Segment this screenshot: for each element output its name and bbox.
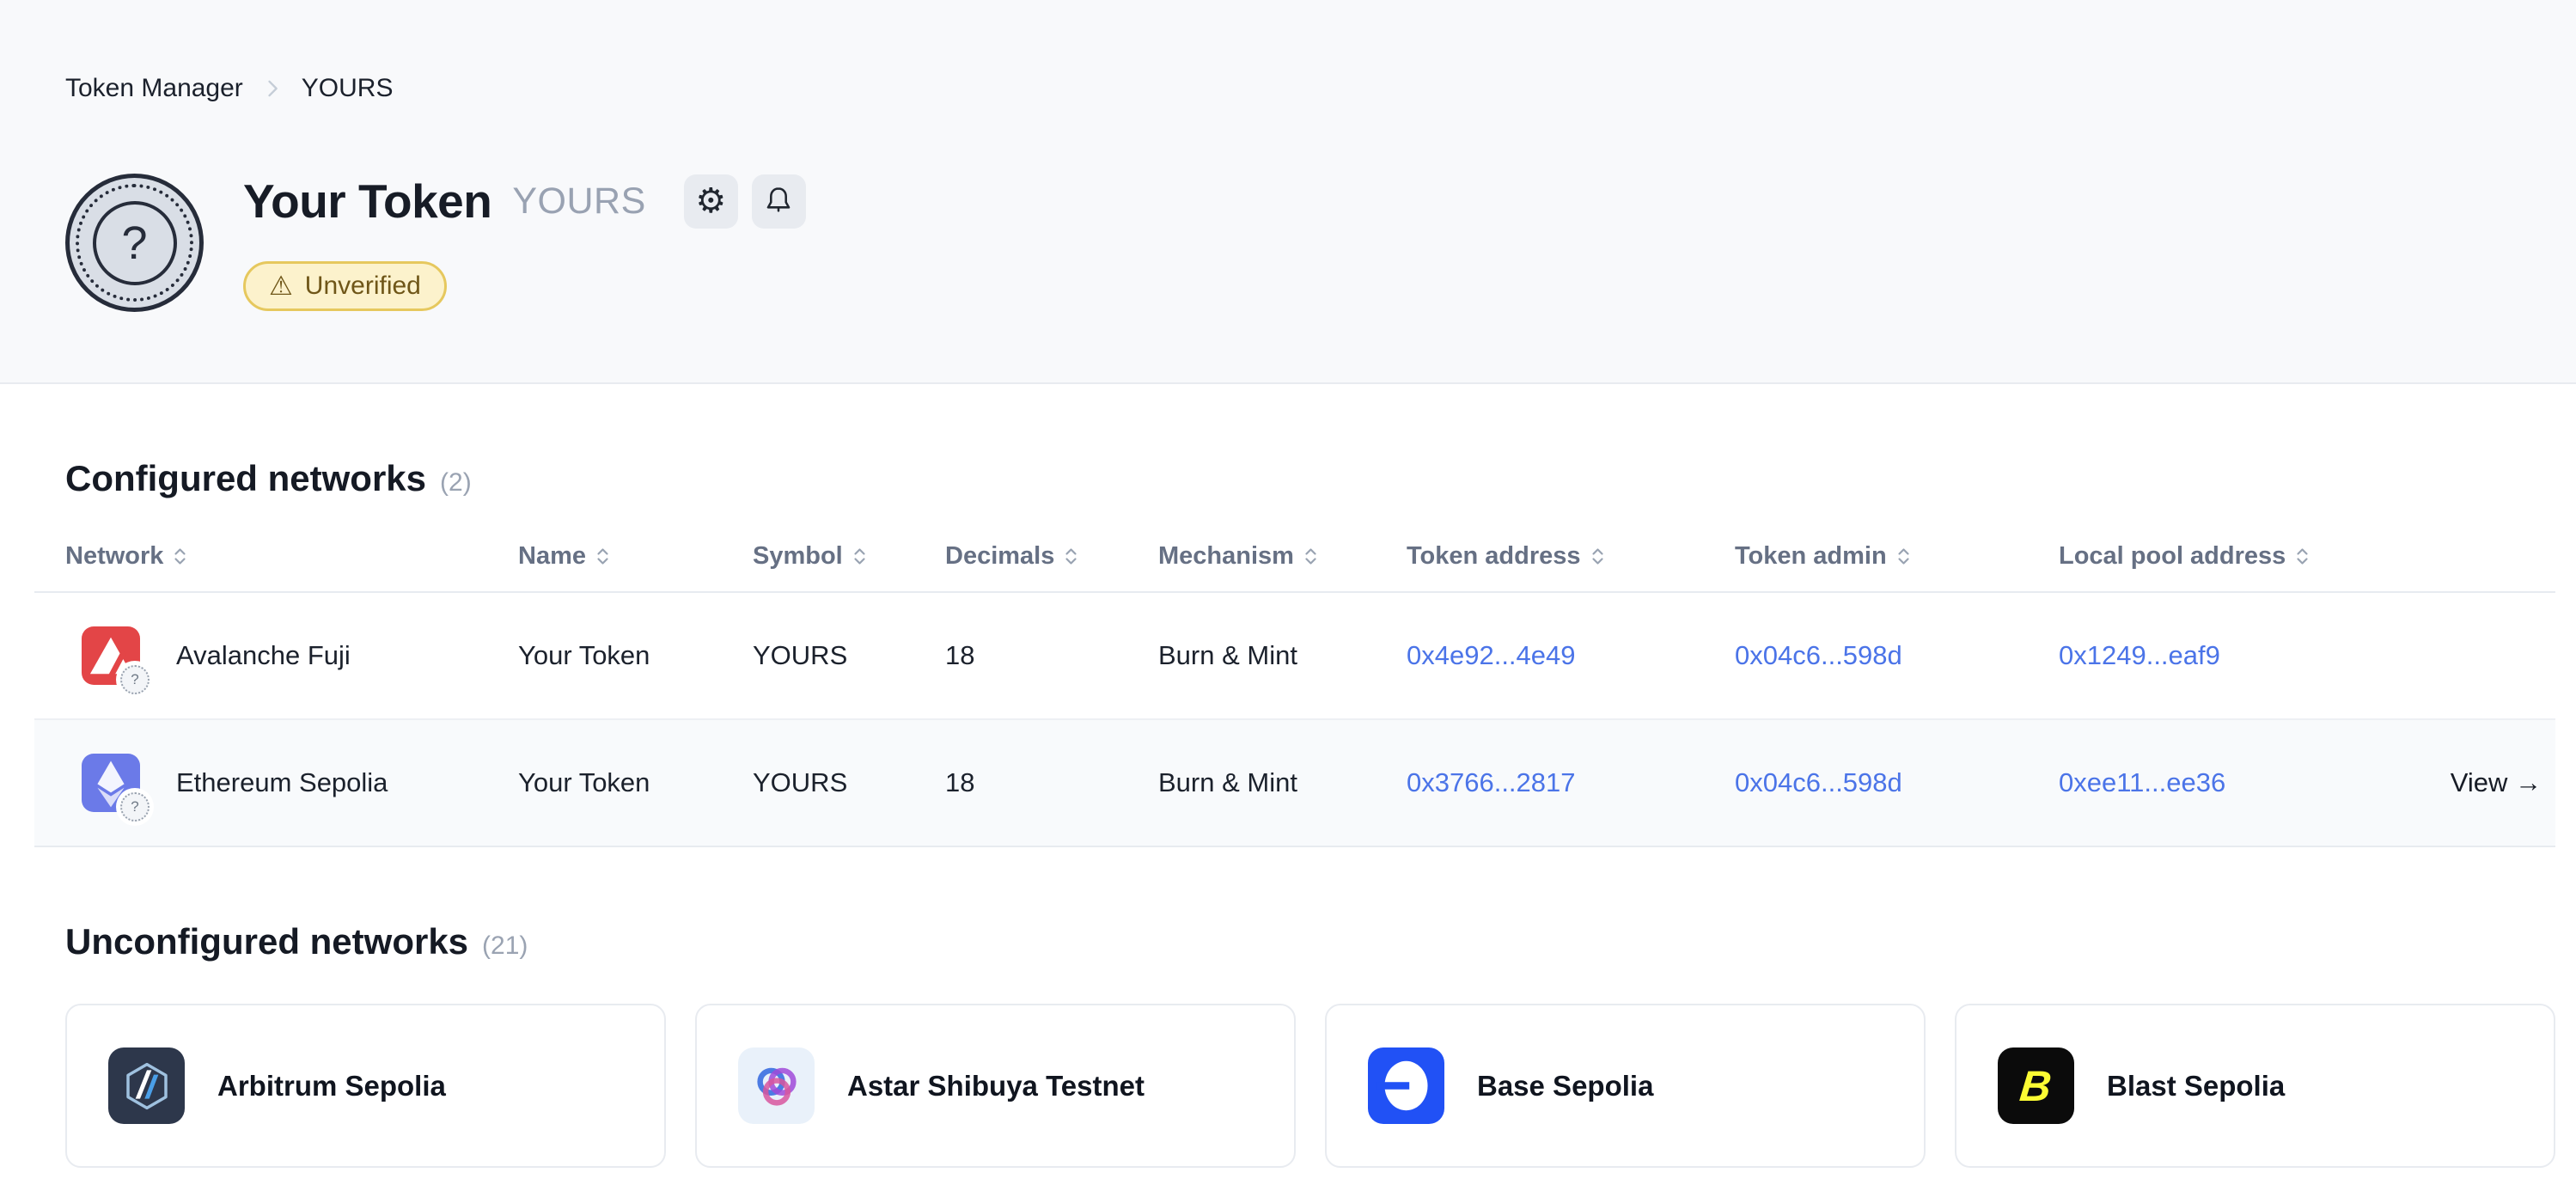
column-header-token-admin[interactable]: Token admin: [1735, 542, 2059, 571]
column-header-mechanism[interactable]: Mechanism: [1158, 542, 1407, 571]
network-name: Ethereum Sepolia: [176, 767, 388, 798]
token-admin-link[interactable]: 0x04c6...598d: [1735, 640, 1902, 670]
avatar-dotted-ring: [76, 184, 193, 302]
sort-icon: [1895, 546, 1912, 567]
sort-icon: [852, 546, 868, 567]
cell-symbol: YOURS: [753, 767, 945, 798]
token-summary: ? Your Token YOURS ⚙ ⚠ Unverified: [65, 174, 2511, 312]
cell-network: ? Ethereum Sepolia: [65, 754, 518, 812]
chevron-right-icon: [260, 76, 284, 101]
view-link[interactable]: View →: [2428, 767, 2542, 798]
sort-icon: [1303, 546, 1319, 567]
astar-network-icon: [738, 1047, 815, 1124]
sort-icon: [595, 546, 611, 567]
ethereum-network-icon: ?: [82, 754, 140, 812]
token-avatar: ?: [65, 174, 204, 312]
arbitrum-network-icon: [108, 1047, 185, 1124]
local-pool-address-link[interactable]: 0x1249...eaf9: [2059, 640, 2220, 670]
cell-symbol: YOURS: [753, 640, 945, 671]
cell-name: Your Token: [518, 640, 753, 671]
network-card-astar-shibuya-testnet[interactable]: Astar Shibuya Testnet: [695, 1004, 1296, 1168]
breadcrumb-current: YOURS: [302, 74, 394, 103]
cell-name: Your Token: [518, 767, 753, 798]
unconfigured-networks-title: Unconfigured networks: [65, 921, 468, 962]
configured-networks-heading: Configured networks (2): [65, 458, 2555, 499]
main-content: Configured networks (2) Network Name Sym…: [0, 458, 2576, 1168]
network-name: Avalanche Fuji: [176, 640, 351, 671]
notifications-button[interactable]: [752, 174, 806, 229]
blast-b-glyph: B: [2018, 1065, 2054, 1108]
sort-icon: [1590, 546, 1606, 567]
badge-label: Unverified: [305, 272, 421, 301]
configured-networks-count: (2): [440, 468, 472, 498]
cell-decimals: 18: [945, 640, 1158, 671]
settings-button[interactable]: ⚙: [684, 174, 738, 229]
token-symbol: YOURS: [512, 180, 645, 223]
network-card-label: Arbitrum Sepolia: [217, 1070, 446, 1102]
token-address-link[interactable]: 0x3766...2817: [1407, 767, 1576, 797]
table-header-row: Network Name Symbol Decimals Mechanism T…: [34, 542, 2555, 593]
gear-icon: ⚙: [695, 184, 726, 218]
warning-icon: ⚠: [269, 273, 293, 300]
network-card-base-sepolia[interactable]: Base Sepolia: [1325, 1004, 1926, 1168]
column-header-decimals[interactable]: Decimals: [945, 542, 1158, 571]
configured-networks-table: Network Name Symbol Decimals Mechanism T…: [34, 542, 2555, 847]
network-card-label: Astar Shibuya Testnet: [847, 1070, 1145, 1102]
unknown-token-coin-icon: ?: [120, 792, 150, 821]
cell-mechanism: Burn & Mint: [1158, 640, 1407, 671]
page-title: Your Token: [243, 174, 491, 229]
column-header-network[interactable]: Network: [65, 542, 518, 571]
avalanche-network-icon: ?: [82, 626, 140, 685]
cell-mechanism: Burn & Mint: [1158, 767, 1407, 798]
unconfigured-networks-count: (21): [482, 931, 528, 961]
breadcrumb-token-manager[interactable]: Token Manager: [65, 74, 243, 103]
network-card-blast-sepolia[interactable]: B Blast Sepolia: [1955, 1004, 2555, 1168]
table-row-ethereum-sepolia[interactable]: ? Ethereum Sepolia Your Token YOURS 18 B…: [34, 720, 2555, 847]
breadcrumb: Token Manager YOURS: [65, 74, 2511, 103]
blast-network-icon: B: [1998, 1047, 2074, 1124]
cell-decimals: 18: [945, 767, 1158, 798]
column-header-local-pool-address[interactable]: Local pool address: [2059, 542, 2428, 571]
network-card-label: Blast Sepolia: [2107, 1070, 2285, 1102]
cell-network: ? Avalanche Fuji: [65, 626, 518, 685]
table-row-avalanche-fuji[interactable]: ? Avalanche Fuji Your Token YOURS 18 Bur…: [34, 593, 2555, 720]
column-header-token-address[interactable]: Token address: [1407, 542, 1735, 571]
sort-icon: [172, 546, 188, 567]
token-admin-link[interactable]: 0x04c6...598d: [1735, 767, 1902, 797]
sort-icon: [1063, 546, 1079, 567]
unconfigured-networks-grid: Arbitrum Sepolia Astar Shibuya Testnet B…: [65, 1004, 2555, 1168]
column-header-symbol[interactable]: Symbol: [753, 542, 945, 571]
configured-networks-title: Configured networks: [65, 458, 426, 499]
token-address-link[interactable]: 0x4e92...4e49: [1407, 640, 1576, 670]
bell-icon: [762, 184, 795, 219]
local-pool-address-link[interactable]: 0xee11...ee36: [2059, 767, 2225, 797]
token-header-section: Token Manager YOURS ? Your Token YOURS ⚙: [0, 0, 2576, 384]
base-network-icon: [1368, 1047, 1444, 1124]
network-card-arbitrum-sepolia[interactable]: Arbitrum Sepolia: [65, 1004, 666, 1168]
network-card-label: Base Sepolia: [1477, 1070, 1653, 1102]
unknown-token-coin-icon: ?: [120, 665, 150, 694]
unconfigured-networks-heading: Unconfigured networks (21): [65, 921, 2555, 962]
column-header-name[interactable]: Name: [518, 542, 753, 571]
sort-icon: [2294, 546, 2310, 567]
unverified-badge: ⚠ Unverified: [243, 261, 447, 311]
